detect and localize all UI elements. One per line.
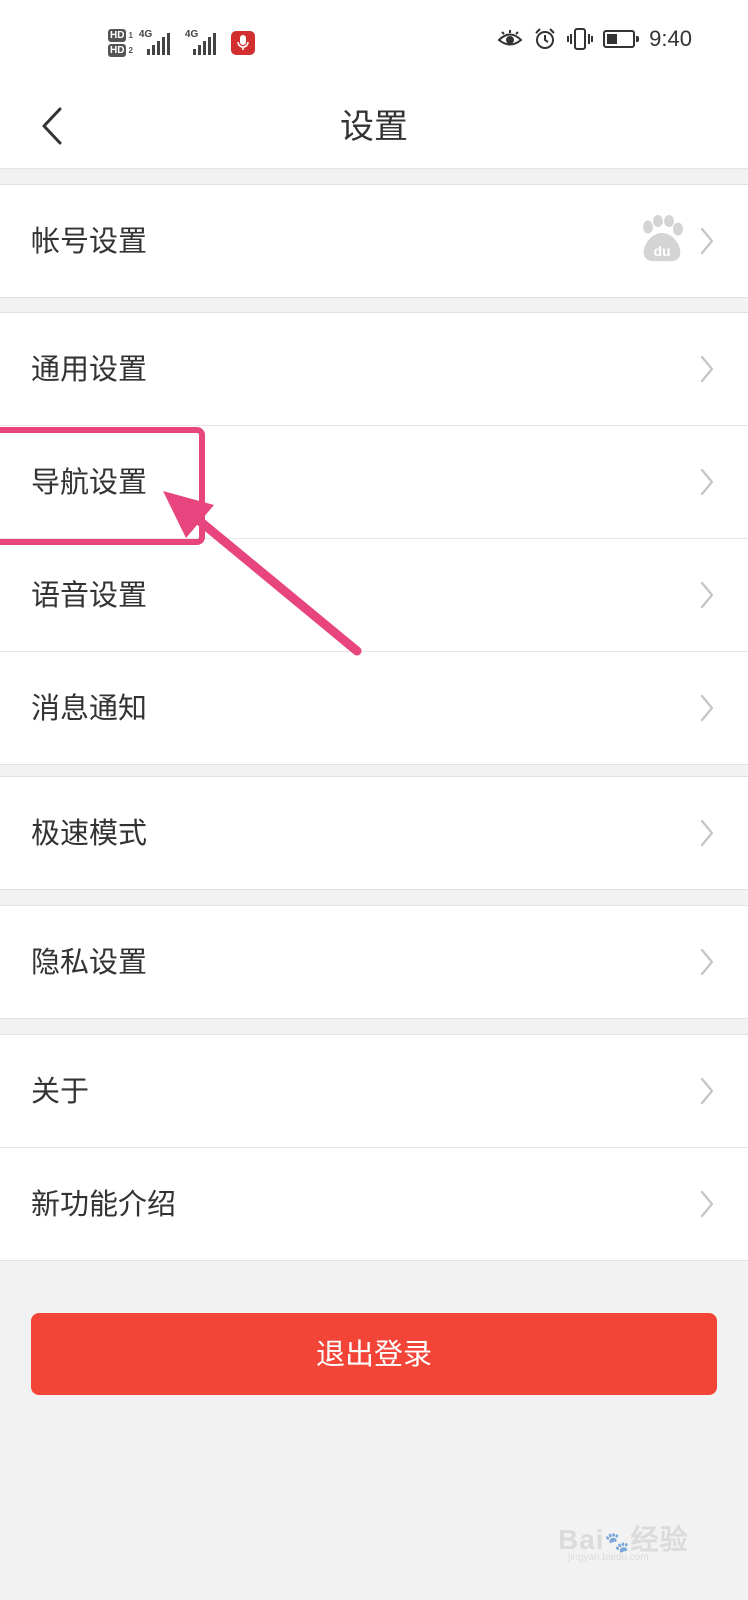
sim-slot: 2 xyxy=(128,46,133,55)
watermark-logo: Bai🐾经验 jingyan.baidu.com xyxy=(558,1512,708,1572)
baidu-paw-icon: du xyxy=(643,215,683,262)
hd-indicator-sim1: HD 1 xyxy=(108,29,133,42)
vibrate-icon xyxy=(567,28,594,50)
signal-bars-icon xyxy=(146,33,170,55)
settings-group-account: 帐号设置 du xyxy=(0,184,748,298)
svg-text:du: du xyxy=(653,243,670,259)
signal-sim1: 4G xyxy=(139,29,181,57)
status-left: HD 1 HD 2 4G 4G xyxy=(108,20,255,66)
settings-row-label: 新功能介绍 xyxy=(31,1187,177,1221)
signal-bars-icon xyxy=(192,33,216,55)
chevron-right-icon xyxy=(700,227,714,255)
settings-group-about: 关于 新功能介绍 xyxy=(0,1034,748,1261)
sim-slot: 1 xyxy=(128,31,133,40)
settings-group-privacy: 隐私设置 xyxy=(0,905,748,1019)
battery-level xyxy=(607,34,618,44)
settings-row-voice[interactable]: 语音设置 xyxy=(0,538,748,651)
hd-badge: HD xyxy=(108,29,127,42)
hd-indicators: HD 1 HD 2 xyxy=(108,29,133,57)
eye-comfort-icon xyxy=(497,30,523,46)
chevron-right-icon xyxy=(700,948,714,976)
status-time: 9:40 xyxy=(649,26,692,51)
signal-sim2: 4G xyxy=(185,29,227,57)
page-title: 设置 xyxy=(340,107,408,147)
settings-row-label: 隐私设置 xyxy=(31,945,148,979)
battery-icon xyxy=(603,30,640,48)
status-right: 9:40 xyxy=(497,26,692,52)
settings-row-label: 通用设置 xyxy=(31,352,148,386)
nav-bar: 设置 xyxy=(0,86,748,169)
logout-button[interactable]: 退出登录 xyxy=(31,1313,717,1395)
mic-icon xyxy=(230,31,255,55)
alarm-icon xyxy=(535,28,555,49)
settings-row-label: 消息通知 xyxy=(31,691,148,725)
hd-badge: HD xyxy=(108,44,127,57)
settings-row-label: 语音设置 xyxy=(31,578,148,612)
settings-row-speed-mode[interactable]: 极速模式 xyxy=(0,777,748,889)
chevron-right-icon xyxy=(700,355,714,383)
annotation-highlight-box xyxy=(0,427,205,545)
settings-row-label: 帐号设置 xyxy=(31,224,148,258)
watermark-url: jingyan.baidu.com xyxy=(568,1552,649,1563)
chevron-right-icon xyxy=(700,1077,714,1105)
settings-row-label: 关于 xyxy=(31,1074,90,1108)
settings-row-label: 极速模式 xyxy=(31,816,148,850)
chevron-right-icon xyxy=(700,694,714,722)
settings-row-privacy[interactable]: 隐私设置 xyxy=(0,906,748,1018)
back-button[interactable] xyxy=(24,98,80,154)
settings-row-new-features[interactable]: 新功能介绍 xyxy=(0,1147,748,1260)
status-bar: HD 1 HD 2 4G 4G 9:40 xyxy=(0,0,748,86)
hd-indicator-sim2: HD 2 xyxy=(108,44,133,57)
settings-row-notifications[interactable]: 消息通知 xyxy=(0,651,748,764)
chevron-right-icon xyxy=(700,468,714,496)
settings-row-account[interactable]: 帐号设置 du xyxy=(0,185,748,297)
chevron-left-icon xyxy=(42,107,62,145)
chevron-right-icon xyxy=(700,819,714,847)
settings-row-about[interactable]: 关于 xyxy=(0,1035,748,1147)
settings-row-general[interactable]: 通用设置 xyxy=(0,313,748,425)
settings-group-speed: 极速模式 xyxy=(0,776,748,890)
chevron-right-icon xyxy=(700,1190,714,1218)
chevron-right-icon xyxy=(700,581,714,609)
